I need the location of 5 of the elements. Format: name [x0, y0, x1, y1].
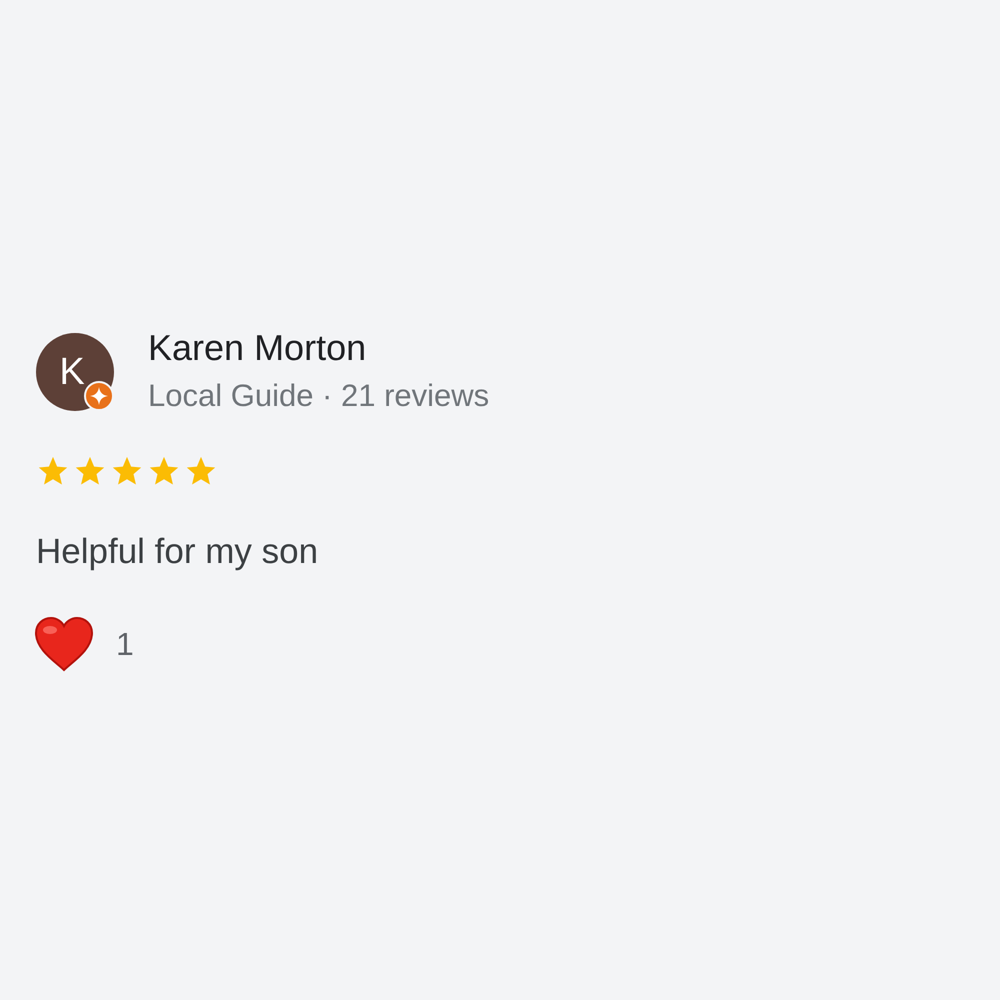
- heart-icon: [34, 616, 94, 672]
- reaction-count: 1: [116, 625, 134, 664]
- review-text: Helpful for my son: [36, 532, 320, 572]
- reviewer-subtitle: Local Guide · 21 reviews: [148, 377, 490, 415]
- reviewer-name: Karen Morton: [148, 328, 368, 368]
